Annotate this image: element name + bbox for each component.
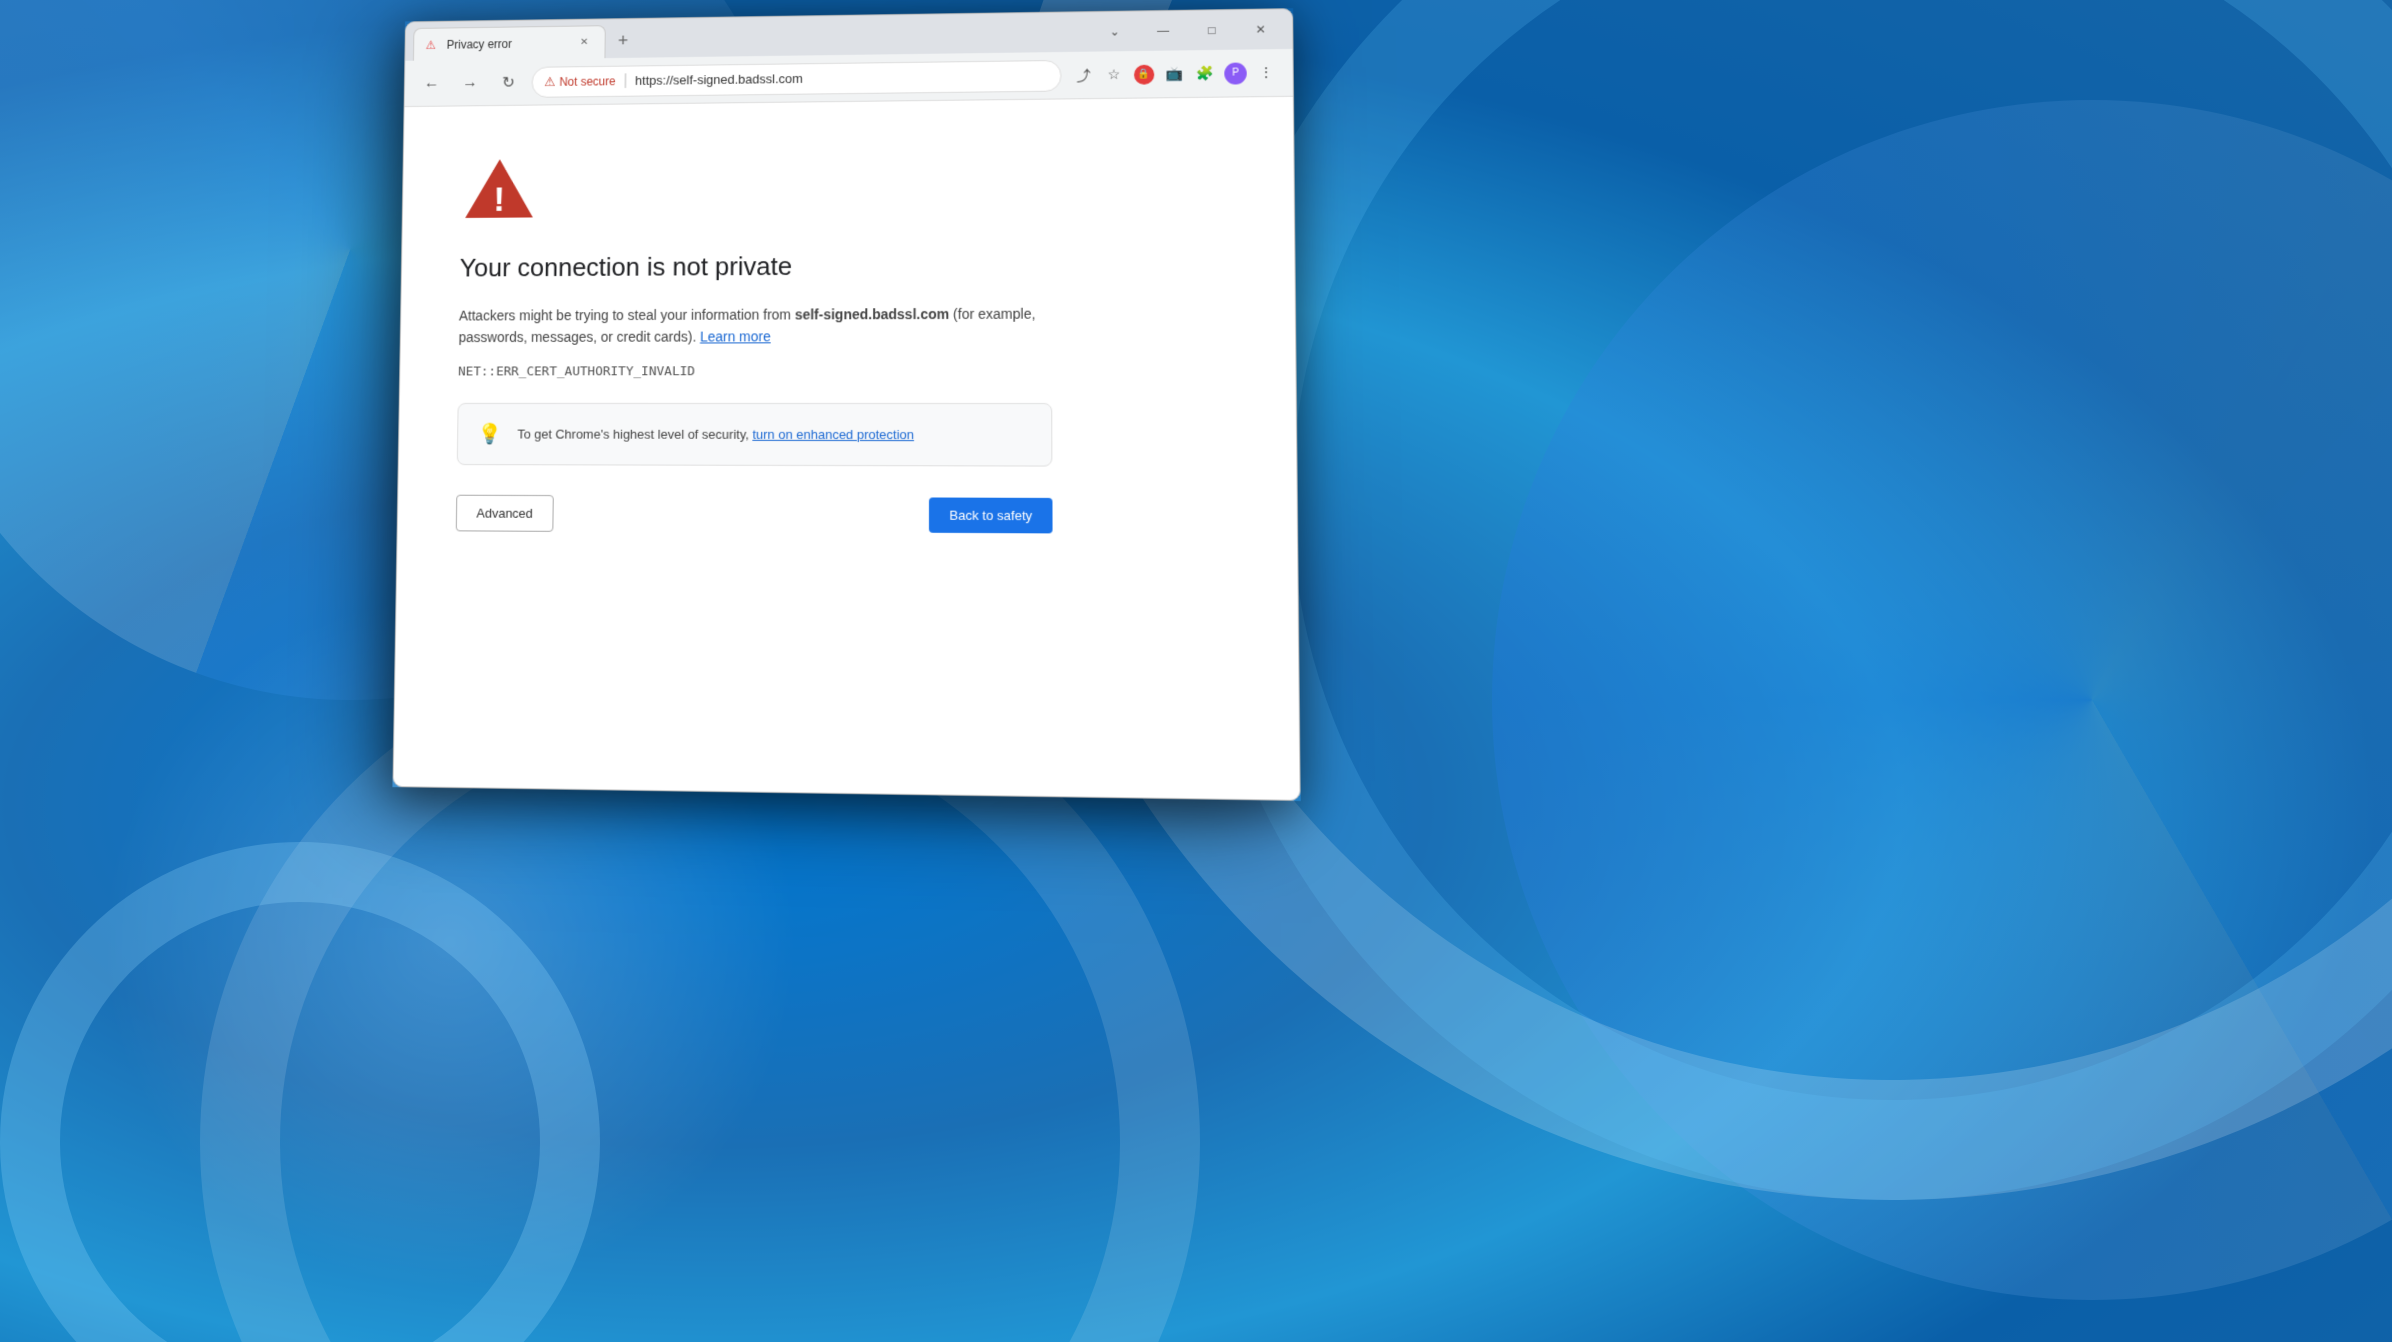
extension-icon: 🔒 <box>1134 64 1154 84</box>
window-chevron-button[interactable]: ⌄ <box>1091 15 1138 47</box>
advanced-button[interactable]: Advanced <box>456 494 554 531</box>
warning-triangle-icon: ⚠ <box>544 74 555 90</box>
refresh-button[interactable]: ↻ <box>493 66 524 97</box>
not-secure-label: Not secure <box>559 74 615 88</box>
extension-icon-button[interactable]: 🔒 <box>1130 60 1158 88</box>
error-description: Attackers might be trying to steal your … <box>458 302 1052 348</box>
new-tab-button[interactable]: + <box>609 27 636 55</box>
error-code: NET::ERR_CERT_AUTHORITY_INVALID <box>458 363 1052 379</box>
security-suggestion-box: 💡 To get Chrome's highest level of secur… <box>457 403 1053 467</box>
window-close-button[interactable]: ✕ <box>1237 13 1284 45</box>
security-suggestion-text: To get Chrome's highest level of securit… <box>517 426 914 441</box>
tab-bar-right-controls: ⌄ — □ ✕ <box>1091 13 1284 51</box>
description-part1: Attackers might be trying to steal your … <box>459 306 795 323</box>
error-page: ! Your connection is not private Attacke… <box>456 149 1053 534</box>
forward-button[interactable]: → <box>454 67 485 98</box>
extensions-puzzle-button[interactable]: 🧩 <box>1191 59 1220 87</box>
tab-favicon-icon: ⚠ <box>426 38 440 52</box>
browser-window: ⚠ Privacy error ✕ + ⌄ — □ ✕ ← → ↻ ⚠ Not … <box>392 8 1300 801</box>
lightbulb-icon: 💡 <box>477 421 502 446</box>
affected-site: self-signed.badssl.com <box>795 306 949 322</box>
browser-window-container: ⚠ Privacy error ✕ + ⌄ — □ ✕ ← → ↻ ⚠ Not … <box>392 8 1300 801</box>
button-row: Advanced Back to safety <box>456 494 1053 534</box>
enhanced-protection-link[interactable]: turn on enhanced protection <box>752 426 914 441</box>
tab-title: Privacy error <box>447 36 568 51</box>
error-title: Your connection is not private <box>459 249 1052 285</box>
more-menu-button[interactable]: ⋮ <box>1252 59 1281 87</box>
window-maximize-button[interactable]: □ <box>1188 14 1235 46</box>
profile-avatar-icon: P <box>1224 62 1247 84</box>
back-to-safety-button[interactable]: Back to safety <box>929 497 1052 533</box>
url-display: https://self-signed.badssl.com <box>635 71 803 88</box>
cast-icon-button[interactable]: 📺 <box>1160 60 1189 88</box>
address-bar[interactable]: ⚠ Not secure | https://self-signed.badss… <box>531 59 1061 97</box>
bookmark-icon-button[interactable]: ☆ <box>1100 61 1128 89</box>
share-icon-button[interactable]: ⤴ <box>1069 61 1097 89</box>
toolbar-action-icons: ⤴ ☆ 🔒 📺 🧩 P ⋮ <box>1069 59 1280 89</box>
svg-text:!: ! <box>493 179 505 219</box>
security-warning-indicator: ⚠ Not secure <box>544 73 616 89</box>
warning-svg-icon: ! <box>460 154 538 223</box>
back-button[interactable]: ← <box>416 67 447 98</box>
page-content-area: ! Your connection is not private Attacke… <box>393 97 1299 800</box>
profile-avatar-button[interactable]: P <box>1221 59 1250 87</box>
browser-tab[interactable]: ⚠ Privacy error ✕ <box>413 25 606 61</box>
suggestion-text-part: To get Chrome's highest level of securit… <box>517 426 752 441</box>
tab-close-button[interactable]: ✕ <box>575 34 593 52</box>
window-minimize-button[interactable]: — <box>1140 15 1187 47</box>
warning-triangle-graphic: ! <box>460 154 538 223</box>
learn-more-link[interactable]: Learn more <box>700 329 771 345</box>
address-separator: | <box>623 72 627 90</box>
